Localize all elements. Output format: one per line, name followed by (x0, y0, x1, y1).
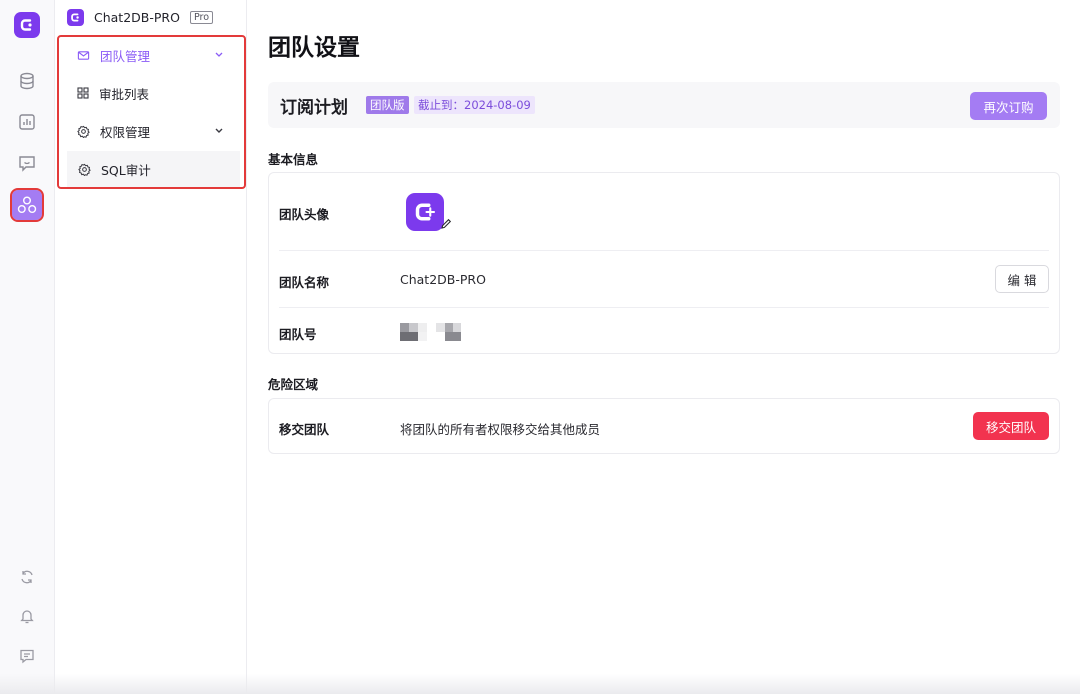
mail-icon (77, 50, 90, 60)
sidebar-item-team-management[interactable]: 团队管理 (77, 37, 240, 73)
team-id-blurred (400, 323, 462, 341)
pro-badge: Pro (189, 10, 214, 24)
team-id-label: 团队号 (279, 327, 317, 342)
edit-button[interactable]: 编 辑 (995, 265, 1049, 293)
chevron-down-icon (215, 128, 223, 133)
sync-icon[interactable] (12, 562, 42, 592)
transfer-description: 将团队的所有者权限移交给其他成员 (400, 422, 601, 437)
sidebar-item-approval-list[interactable]: 审批列表 (77, 75, 240, 111)
sidebar-item-label: SQL审计 (101, 162, 151, 178)
chevron-up-icon (215, 52, 223, 57)
sidebar-item-sql-audit[interactable]: SQL审计 (67, 151, 240, 187)
sidebar: Chat2DB-PRO Pro 团队管理 审批列表 权限管理 SQL审计 (55, 0, 247, 694)
gear-icon (78, 163, 91, 176)
chat-icon[interactable] (12, 148, 42, 178)
team-name-value: Chat2DB-PRO (400, 272, 486, 287)
renew-button[interactable]: 再次订购 (970, 92, 1047, 120)
feedback-icon[interactable] (12, 641, 42, 671)
gear-icon (77, 125, 90, 138)
team-name-row: 团队名称 Chat2DB-PRO 编 辑 (279, 250, 1049, 307)
chart-icon[interactable] (12, 107, 42, 137)
sidebar-item-permission-management[interactable]: 权限管理 (77, 113, 240, 149)
danger-zone-heading: 危险区域 (268, 377, 319, 392)
sidebar-item-label: 团队管理 (100, 48, 151, 64)
avatar-row: 团队头像 (279, 173, 1049, 250)
main-content: 团队设置 订阅计划 团队版 截止到：2024-08-09 再次订购 基本信息 团… (248, 0, 1080, 694)
bell-icon[interactable] (12, 601, 42, 631)
team-switcher[interactable]: Chat2DB-PRO Pro (67, 7, 214, 27)
expire-date: 截止到：2024-08-09 (414, 96, 535, 114)
team-icon[interactable] (10, 188, 44, 222)
basic-info-heading: 基本信息 (268, 152, 319, 167)
team-logo-icon (67, 8, 84, 26)
transfer-label: 移交团队 (279, 422, 330, 437)
app-window: Chat2DB-PRO Pro 团队管理 审批列表 权限管理 SQL审计 团队设… (0, 0, 1080, 694)
icon-rail (0, 0, 55, 694)
danger-zone-card: 移交团队 将团队的所有者权限移交给其他成员 移交团队 (268, 398, 1060, 454)
grid-icon (77, 87, 89, 99)
subscription-title: 订阅计划 (280, 98, 348, 118)
team-id-row: 团队号 (279, 307, 1049, 354)
transfer-team-button[interactable]: 移交团队 (973, 412, 1049, 440)
sidebar-item-label: 审批列表 (99, 86, 150, 102)
app-logo-icon[interactable] (14, 12, 40, 38)
database-icon[interactable] (12, 66, 42, 96)
transfer-row: 移交团队 将团队的所有者权限移交给其他成员 移交团队 (279, 399, 1049, 454)
edit-avatar-icon[interactable] (439, 217, 453, 231)
sidebar-item-label: 权限管理 (100, 124, 151, 140)
team-name: Chat2DB-PRO (94, 9, 180, 25)
subscription-card: 订阅计划 团队版 截止到：2024-08-09 再次订购 (268, 82, 1060, 128)
plan-badge: 团队版 (366, 96, 409, 114)
page-title: 团队设置 (268, 35, 360, 61)
team-name-label: 团队名称 (279, 275, 330, 290)
avatar-label: 团队头像 (279, 207, 330, 222)
basic-info-card: 团队头像 团队名称 Chat2DB-PRO 编 辑 团队号 (268, 172, 1060, 354)
window-bottom-shadow (0, 674, 1080, 694)
